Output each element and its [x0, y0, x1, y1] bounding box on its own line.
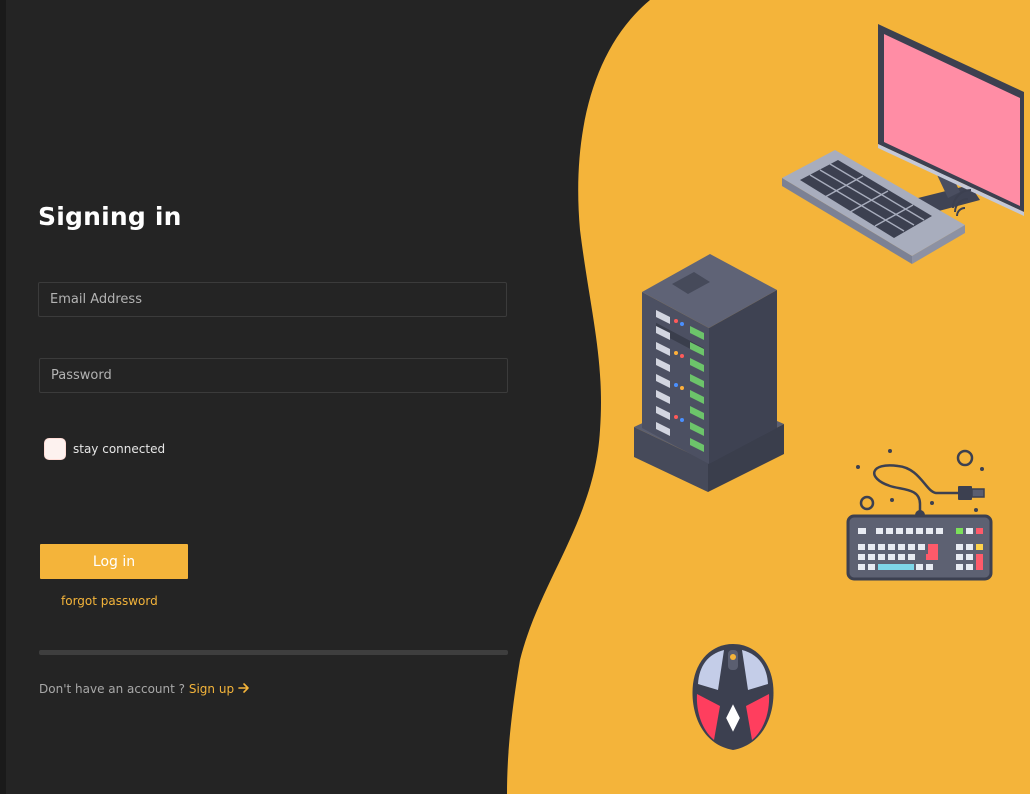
divider [39, 650, 508, 655]
signup-link-label: Sign up [188, 682, 235, 696]
gaming-mouse-icon [692, 644, 774, 750]
monitor-keyboard-icon [782, 24, 1024, 264]
signup-row: Don't have an account ? Sign up [39, 682, 250, 696]
stay-connected-label[interactable]: stay connected [73, 442, 165, 456]
arrow-right-icon [238, 683, 249, 693]
login-button[interactable]: Log in [40, 544, 188, 579]
server-rack-icon [634, 254, 784, 492]
stay-connected-checkbox[interactable] [44, 438, 66, 460]
password-input[interactable] [39, 358, 508, 393]
signup-prompt: Don't have an account ? [39, 682, 189, 696]
signup-link[interactable]: Sign up [189, 682, 250, 696]
page-title: Signing in [38, 202, 182, 231]
email-input[interactable] [38, 282, 507, 317]
usb-keyboard-icon [846, 449, 993, 581]
forgot-password-link[interactable]: forgot password [61, 594, 158, 608]
stay-connected-row: stay connected [44, 437, 165, 461]
